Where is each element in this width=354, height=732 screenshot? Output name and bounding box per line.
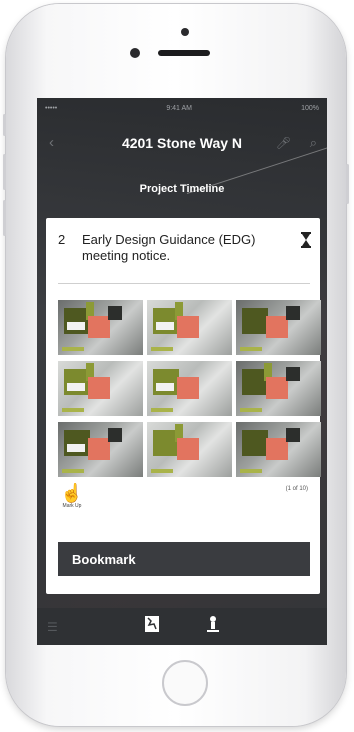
earpiece-speaker: [158, 50, 210, 56]
carrier-signal: •••••: [45, 104, 58, 112]
person-icon[interactable]: [207, 615, 219, 638]
design-thumbnail[interactable]: [58, 300, 143, 355]
status-time: 9:41 AM: [166, 104, 193, 112]
bookmark-button[interactable]: Bookmark: [58, 542, 310, 576]
proximity-sensor: [130, 48, 140, 58]
design-thumbnail[interactable]: [236, 300, 321, 355]
chevron-left-icon[interactable]: ‹: [49, 134, 54, 151]
power-button: [346, 164, 349, 204]
divider: [58, 283, 310, 284]
mute-switch: [3, 114, 6, 136]
phone-frame: ••••• 9:41 AM 100% ‹ 4201 Stone Way N 🎤︎…: [3, 4, 349, 726]
section-label: Project Timeline: [139, 183, 225, 195]
design-thumbnail[interactable]: [147, 422, 232, 477]
page-count: (1 of 10): [285, 486, 308, 492]
map-icon[interactable]: [145, 616, 159, 637]
card-number: 2: [58, 232, 66, 247]
volume-up-button: [3, 154, 6, 190]
battery-level: 100%: [301, 104, 319, 112]
status-bar: ••••• 9:41 AM 100%: [37, 98, 327, 118]
nav-bar: ‹ 4201 Stone Way N 🎤︎ ⌕: [37, 128, 327, 158]
hand-pointer-icon: ☝: [60, 483, 84, 503]
volume-down-button: [3, 200, 6, 236]
tab-bar: ☰: [37, 608, 327, 645]
design-thumbnail[interactable]: [58, 422, 143, 477]
mic-icon[interactable]: 🎤︎: [276, 136, 291, 150]
markup-label: Mark Up: [62, 503, 82, 509]
design-thumbnail[interactable]: [236, 361, 321, 416]
screen: ••••• 9:41 AM 100% ‹ 4201 Stone Way N 🎤︎…: [37, 98, 327, 645]
page-title: 4201 Stone Way N: [121, 135, 243, 151]
card-title: Early Design Guidance (EDG) meeting noti…: [82, 232, 256, 263]
design-thumbnail[interactable]: [147, 361, 232, 416]
design-thumbnail[interactable]: [58, 361, 143, 416]
menu-icon[interactable]: ☰: [47, 620, 58, 634]
thumbnail-grid: [58, 300, 324, 477]
design-thumbnail[interactable]: [147, 300, 232, 355]
design-thumbnail[interactable]: [236, 422, 321, 477]
markup-button[interactable]: ☝ Mark Up: [58, 483, 86, 509]
timeline-card: 2 Early Design Guidance (EDG) meeting no…: [46, 218, 321, 594]
card-header: 2 Early Design Guidance (EDG) meeting no…: [58, 232, 313, 282]
search-icon[interactable]: ⌕: [310, 135, 317, 151]
hourglass-icon[interactable]: [301, 232, 311, 248]
front-camera: [181, 28, 189, 36]
bookmark-label: Bookmark: [72, 551, 136, 567]
home-button[interactable]: [162, 660, 208, 706]
